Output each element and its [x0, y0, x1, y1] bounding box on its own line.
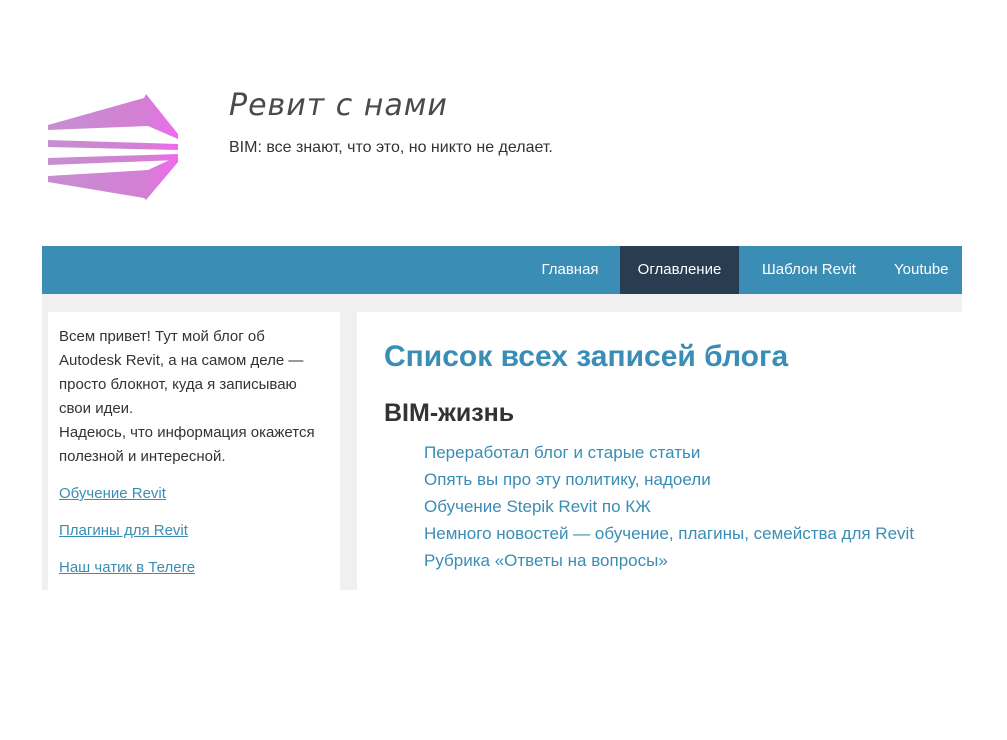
- nav-menu: Главная Оглавление Шаблон Revit Youtube: [516, 246, 962, 294]
- post-link[interactable]: Переработал блог и старые статьи: [424, 443, 700, 462]
- sidebar-link-telegram-chat[interactable]: Наш чатик в Телеге: [59, 556, 329, 580]
- nav-item-revit-template[interactable]: Шаблон Revit: [739, 246, 879, 294]
- post-link[interactable]: Обучение Stepik Revit по КЖ: [424, 497, 651, 516]
- post-link[interactable]: Немного новостей — обучение, плагины, се…: [424, 524, 914, 543]
- list-item: Опять вы про эту политику, надоели: [424, 466, 962, 493]
- post-link[interactable]: Рубрика «Ответы на вопросы»: [424, 551, 668, 570]
- site-logo[interactable]: [46, 92, 180, 202]
- site-title[interactable]: Ревит с нами: [229, 88, 448, 123]
- list-item: Немного новостей — обучение, плагины, се…: [424, 520, 962, 547]
- page-title: Список всех записей блога: [384, 340, 789, 373]
- main-content: Список всех записей блога BIM-жизнь Пере…: [357, 312, 962, 590]
- sidebar-link-revit-plugins[interactable]: Плагины для Revit: [59, 519, 329, 543]
- sidebar-link-revit-training[interactable]: Обучение Revit: [59, 482, 329, 506]
- site-tagline: BIM: все знают, что это, но никто не дел…: [229, 139, 553, 156]
- nav-item-home[interactable]: Главная: [516, 246, 620, 294]
- main-navbar: Главная Оглавление Шаблон Revit Youtube: [42, 246, 962, 294]
- sidebar-intro-2: Надеюсь, что информация окажется полезно…: [59, 424, 315, 465]
- list-item: Рубрика «Ответы на вопросы»: [424, 547, 962, 574]
- post-list: Переработал блог и старые статьи Опять в…: [384, 439, 962, 574]
- nav-item-contents[interactable]: Оглавление: [620, 246, 739, 294]
- sidebar: Всем привет! Тут мой блог об Autodesk Re…: [48, 312, 340, 590]
- list-item: Переработал блог и старые статьи: [424, 439, 962, 466]
- list-item: Обучение Stepik Revit по КЖ: [424, 493, 962, 520]
- sidebar-intro: Всем привет! Тут мой блог об Autodesk Re…: [59, 328, 304, 417]
- nav-item-youtube[interactable]: Youtube: [879, 246, 962, 294]
- post-link[interactable]: Опять вы про эту политику, надоели: [424, 470, 711, 489]
- section-title: BIM-жизнь: [384, 399, 515, 427]
